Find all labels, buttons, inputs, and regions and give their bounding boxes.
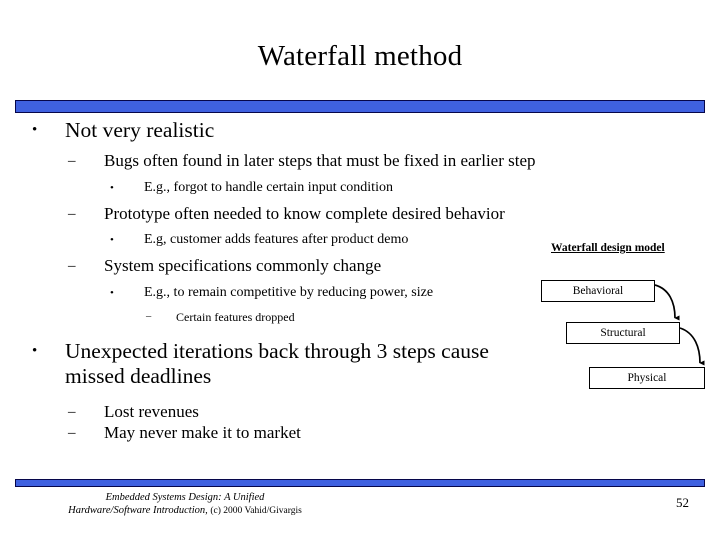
bullet-level2: – Lost revenues [18,402,548,423]
slide-number: 52 [676,495,689,510]
bullet-text: E.g., to remain competitive by reducing … [144,284,434,300]
bullet-text: Unexpected iterations back through 3 ste… [65,338,489,388]
footer-credit-line1: Embedded Systems Design: A Unified [105,492,265,503]
diagram-box-behavioral: Behavioral [541,280,655,302]
bullet-marker-icon: • [32,122,38,138]
footer-credit: Embedded Systems Design: A Unified Hardw… [20,491,350,518]
arrow-behavioral-to-structural [654,284,680,321]
bullet-text: Bugs often found in later steps that mus… [104,151,536,170]
bullet-level2: – System specifications commonly change [18,256,548,277]
footer-credit-line2-plain: (c) 2000 Vahid/Givargis [210,506,302,516]
footer-divider-bar [15,479,705,487]
dash-marker-icon: – [68,403,76,420]
bullet-level3: • E.g., forgot to handle certain input c… [18,179,548,197]
bullet-marker-icon: • [32,342,38,359]
dash-marker-icon: – [68,153,76,169]
bullet-text: E.g., forgot to handle certain input con… [144,179,393,195]
bullet-level1: • Unexpected iterations back through 3 s… [18,339,548,389]
dash-marker-icon: – [68,205,76,222]
bullet-text: Certain features dropped [176,309,295,324]
slide-body: • Not very realistic – Bugs often found … [18,118,548,445]
dash-marker-icon: – [146,310,152,322]
bullet-text: Not very realistic [65,118,215,142]
bullet-marker-icon: • [110,286,114,299]
footer-credit-line2-italic: Hardware/Software Introduction, [68,505,208,516]
bullet-level3: • E.g, customer adds features after prod… [18,231,548,249]
diagram-box-structural: Structural [566,322,680,344]
diagram-box-physical: Physical [589,367,705,389]
bullet-text: Prototype often needed to know complete … [104,203,505,223]
dash-marker-icon: – [68,258,76,274]
bullet-level4: – Certain features dropped [18,309,548,325]
bullet-level2: – Prototype often needed to know complet… [18,204,548,225]
bullet-text: May never make it to market [104,423,301,442]
title-divider-bar [15,100,705,113]
page-title: Waterfall method [257,40,463,72]
bullet-marker-icon: • [110,181,114,194]
bullet-level2: – Bugs often found in later steps that m… [18,151,548,172]
bullet-level3: • E.g., to remain competitive by reducin… [18,284,548,302]
waterfall-design-model-diagram: Waterfall design model Behavioral Struct… [528,238,713,398]
bullet-level1: • Not very realistic [18,118,548,143]
diagram-title: Waterfall design model [551,242,665,254]
bullet-level2: – May never make it to market [18,423,548,444]
bullet-marker-icon: • [110,234,114,246]
bullet-text: Lost revenues [104,401,199,421]
arrow-structural-to-physical [679,327,705,366]
bullet-text: System specifications commonly change [104,256,382,275]
dash-marker-icon: – [68,425,76,441]
bullet-text: E.g, customer adds features after produc… [144,232,409,247]
